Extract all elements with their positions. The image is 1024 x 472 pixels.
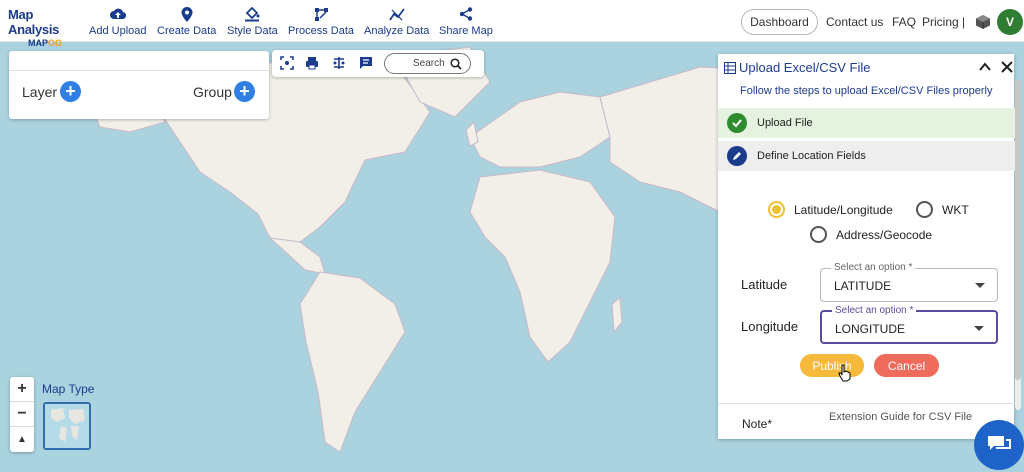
radio-lat-long-control[interactable] bbox=[768, 201, 785, 218]
radio-wkt-control[interactable] bbox=[916, 201, 933, 218]
map-thumbnail-image bbox=[45, 404, 89, 448]
logo-title: Map Analysis bbox=[8, 7, 60, 37]
search-label: Search bbox=[413, 58, 445, 69]
step-upload-file-label: Upload File bbox=[757, 117, 813, 129]
share-icon bbox=[458, 6, 474, 22]
radio-lat-long[interactable]: Latitude/Longitude bbox=[768, 201, 893, 218]
group-label: Group bbox=[193, 84, 232, 100]
step-define-location-label: Define Location Fields bbox=[757, 150, 866, 162]
comment-icon[interactable] bbox=[359, 56, 374, 71]
longitude-select-value: LONGITUDE bbox=[835, 322, 906, 336]
layer-group-panel: Layer + Group + bbox=[9, 51, 269, 119]
publish-button[interactable]: Publish bbox=[800, 354, 864, 377]
panel-title: Upload Excel/CSV File bbox=[739, 60, 871, 75]
app-logo[interactable]: Map Analysis MAPOG bbox=[8, 7, 84, 49]
nav-create-data[interactable]: Create Data bbox=[157, 6, 216, 37]
reset-north-button[interactable]: ▲ bbox=[10, 427, 34, 452]
nav-share-map[interactable]: Share Map bbox=[439, 6, 493, 37]
cube-icon[interactable] bbox=[975, 14, 991, 30]
check-icon bbox=[727, 113, 747, 133]
user-avatar[interactable]: V bbox=[997, 9, 1023, 35]
measure-icon[interactable] bbox=[332, 56, 347, 71]
nav-create-data-label: Create Data bbox=[157, 25, 217, 37]
nav-share-map-label: Share Map bbox=[439, 25, 493, 37]
layer-label: Layer bbox=[22, 84, 58, 100]
nav-add-upload[interactable]: Add Upload bbox=[89, 6, 147, 37]
zoom-controls: + − ▲ bbox=[10, 377, 34, 452]
paint-bucket-icon bbox=[244, 6, 260, 22]
chat-icon bbox=[988, 436, 1011, 450]
chevron-down-icon bbox=[975, 283, 985, 288]
chevron-down-icon bbox=[974, 326, 984, 331]
note-label: Note* bbox=[742, 417, 773, 431]
latitude-label: Latitude bbox=[741, 277, 788, 292]
collapse-panel-icon[interactable] bbox=[977, 59, 993, 75]
nav-process-data-label: Process Data bbox=[288, 25, 355, 37]
cloud-upload-icon bbox=[109, 6, 126, 22]
fullscreen-icon[interactable] bbox=[280, 56, 295, 71]
layer-panel-tabs bbox=[9, 51, 269, 71]
panel-header: Upload Excel/CSV File bbox=[724, 60, 871, 75]
map-type-label: Map Type bbox=[42, 382, 95, 396]
nav-analyze-data[interactable]: Analyze Data bbox=[364, 6, 429, 37]
top-navigation-bar: Map Analysis MAPOG Add Upload Create Dat… bbox=[0, 0, 1024, 48]
print-icon[interactable] bbox=[305, 56, 320, 71]
table-icon bbox=[724, 61, 736, 74]
radio-address-geocode-label: Address/Geocode bbox=[836, 227, 933, 242]
cancel-button[interactable]: Cancel bbox=[874, 354, 939, 377]
step-define-location[interactable]: Define Location Fields bbox=[718, 141, 1016, 171]
longitude-label: Longitude bbox=[741, 319, 799, 334]
longitude-select[interactable]: Select an option * LONGITUDE bbox=[820, 305, 998, 344]
nav-process-data[interactable]: Process Data bbox=[288, 6, 354, 37]
close-icon[interactable] bbox=[999, 59, 1015, 75]
zoom-in-button[interactable]: + bbox=[10, 377, 34, 402]
radio-address-geocode-control[interactable] bbox=[810, 226, 827, 243]
divider bbox=[718, 403, 1016, 404]
radio-address-geocode[interactable]: Address/Geocode bbox=[810, 226, 932, 243]
map-type-thumbnail[interactable] bbox=[43, 402, 91, 450]
radio-lat-long-label: Latitude/Longitude bbox=[794, 202, 893, 217]
process-nodes-icon bbox=[313, 6, 329, 22]
map-toolbar: Search bbox=[272, 50, 484, 77]
add-group-button[interactable]: + bbox=[234, 81, 255, 102]
nav-add-upload-label: Add Upload bbox=[89, 25, 147, 37]
longitude-select-legend: Select an option * bbox=[832, 305, 917, 316]
hand-cursor-icon bbox=[838, 364, 852, 382]
pricing-link[interactable]: Pricing | bbox=[922, 15, 965, 29]
panel-subtitle: Follow the steps to upload Excel/CSV Fil… bbox=[740, 85, 993, 97]
logo-subtitle: MAPOG bbox=[28, 38, 63, 48]
faq-link[interactable]: FAQ bbox=[892, 15, 916, 29]
analyze-icon bbox=[388, 6, 405, 22]
pencil-icon bbox=[727, 146, 747, 166]
step-upload-file[interactable]: Upload File bbox=[718, 108, 1016, 138]
search-icon bbox=[450, 58, 462, 70]
latitude-select-value: LATITUDE bbox=[834, 279, 892, 293]
upload-csv-panel: Upload Excel/CSV File Follow the steps t… bbox=[718, 54, 1016, 439]
radio-wkt[interactable]: WKT bbox=[916, 201, 969, 218]
map-search-input[interactable]: Search bbox=[384, 53, 471, 74]
chat-widget-button[interactable] bbox=[974, 420, 1024, 470]
zoom-out-button[interactable]: − bbox=[10, 402, 34, 427]
latitude-select-legend: Select an option * bbox=[831, 262, 916, 273]
scrollbar-thumb[interactable] bbox=[1015, 80, 1021, 380]
add-layer-button[interactable]: + bbox=[60, 81, 81, 102]
nav-style-data-label: Style Data bbox=[227, 25, 278, 37]
contact-us-link[interactable]: Contact us bbox=[826, 15, 883, 29]
location-pin-icon bbox=[179, 6, 195, 22]
extension-guide-link[interactable]: Extension Guide for CSV File bbox=[829, 409, 979, 425]
radio-wkt-label: WKT bbox=[942, 202, 969, 217]
latitude-select[interactable]: Select an option * LATITUDE bbox=[820, 262, 998, 302]
dashboard-button[interactable]: Dashboard bbox=[741, 9, 818, 35]
nav-style-data[interactable]: Style Data bbox=[227, 6, 278, 37]
nav-analyze-data-label: Analyze Data bbox=[364, 25, 430, 37]
panel-scrollbar[interactable] bbox=[1015, 80, 1021, 410]
